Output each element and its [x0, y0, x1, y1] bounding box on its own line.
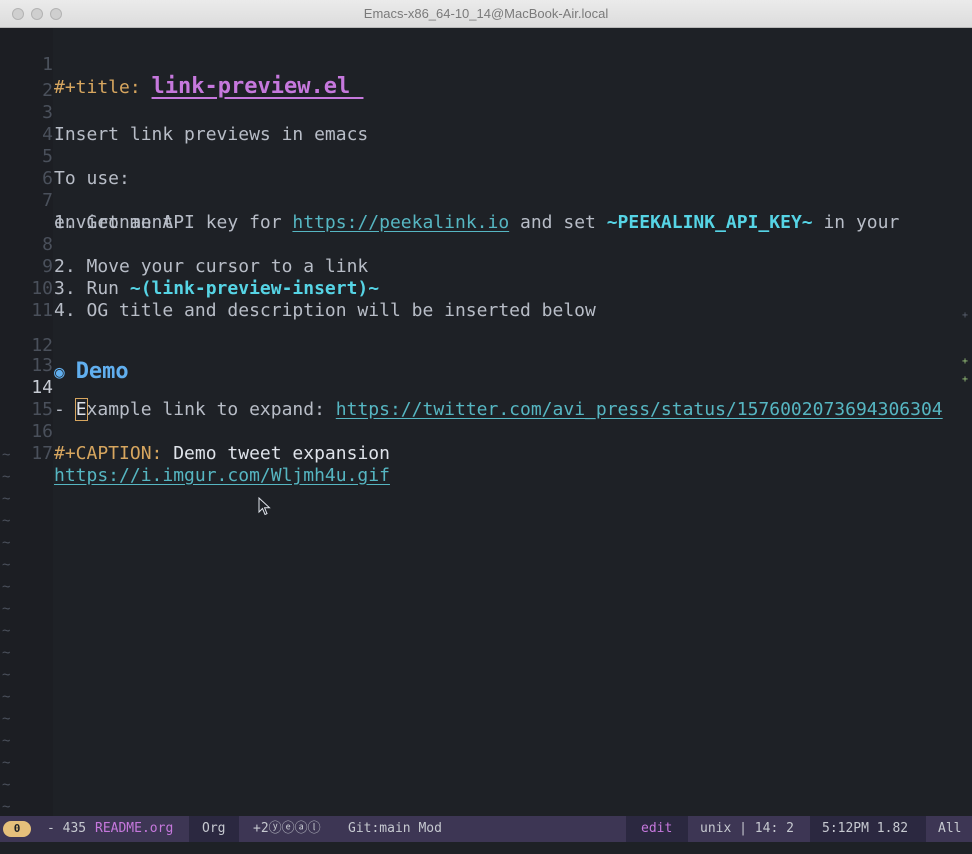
buffer-size: - 435: [47, 821, 94, 836]
imgur-link[interactable]: https://i.imgur.com/Wljmh4u.gif: [54, 465, 390, 486]
window-title: Emacs-x86_64-10_14@MacBook-Air.local: [363, 6, 609, 21]
buffer-position: All: [938, 821, 962, 836]
caption-keyword: #+CAPTION:: [54, 443, 174, 464]
buffer-line[interactable]: 8 2. Move your cursor to a link: [0, 212, 972, 277]
empty-line-tilde: ~: [2, 623, 11, 639]
buffer-line[interactable]: 7 1. Get an API key for https://peekalin…: [0, 168, 972, 233]
empty-line-tilde: ~: [2, 513, 11, 529]
buffer-line[interactable]: 13: [0, 333, 972, 376]
caption-text: Demo tweet expansion: [173, 443, 390, 464]
echo-area: [0, 842, 972, 854]
empty-line-tilde: ~: [2, 535, 11, 551]
empty-line-tilde: ~: [2, 733, 11, 749]
buffer-line[interactable]: 1 #+title: link-preview.el: [0, 32, 972, 98]
empty-line-tilde: ~: [2, 491, 11, 507]
buffer-line[interactable]: 9 3. Run ~(link-preview-insert)~: [0, 234, 972, 299]
empty-line-tilde: ~: [2, 755, 11, 771]
empty-line-tilde: ~: [2, 689, 11, 705]
buffer-line[interactable]: 2: [0, 58, 972, 101]
major-mode[interactable]: Org: [202, 816, 225, 842]
buffer-line[interactable]: 6: [0, 146, 972, 189]
minor-mode-icons[interactable]: +2ⓨⓔⓐⓛ: [253, 816, 321, 842]
buffer-line[interactable]: 4: [0, 102, 972, 145]
buffer-line-current[interactable]: 14 - Example link to expand: https://twi…: [0, 355, 972, 421]
empty-line-tilde: ~: [2, 601, 11, 617]
buffer-line[interactable]: 15 +: [0, 374, 972, 420]
fringe-plus: +: [962, 374, 969, 385]
empty-line-tilde: ~: [2, 777, 11, 793]
empty-line-tilde: ~: [2, 579, 11, 595]
line-number: 17: [31, 443, 53, 464]
mouse-pointer-icon: [258, 497, 271, 516]
empty-line-tilde: ~: [2, 469, 11, 485]
mode-line: 0 - 435 README.org Org +2ⓨⓔⓐⓛ Git:main M…: [0, 816, 972, 842]
buffer-line[interactable]: 11: [0, 278, 972, 321]
fringe-plus: +: [962, 310, 969, 321]
clock-and-load: 5:12PM 1.82: [822, 821, 909, 836]
buffer-filename[interactable]: README.org: [95, 816, 173, 842]
empty-line-tilde: ~: [2, 645, 11, 661]
buffer-line[interactable]: 5 To use:: [0, 124, 972, 189]
editor-buffer[interactable]: 1 #+title: link-preview.el 2 3 Insert li…: [0, 28, 972, 816]
buffer-line[interactable]: 17 https://i.imgur.com/Wljmh4u.gif: [0, 421, 972, 486]
empty-line-tilde: ~: [2, 667, 11, 683]
title-bar: Emacs-x86_64-10_14@MacBook-Air.local: [0, 0, 972, 28]
empty-line-tilde: ~: [2, 711, 11, 727]
emacs-window: Emacs-x86_64-10_14@MacBook-Air.local 1 #…: [0, 0, 972, 854]
edit-state: edit: [641, 821, 673, 836]
buffer-line[interactable]: 12 ◉ Demo +: [0, 307, 972, 384]
empty-line-tilde: ~: [2, 799, 11, 815]
buffer-line[interactable]: 3 Insert link previews in emacs: [0, 80, 972, 145]
encoding-and-position: unix | 14: 2: [700, 821, 794, 836]
modified-indicator-badge: 0: [3, 821, 31, 837]
empty-line-tilde: ~: [2, 447, 11, 463]
git-branch[interactable]: Git:main Mod: [348, 816, 442, 842]
buffer-line[interactable]: environment: [0, 190, 972, 233]
buffer-line[interactable]: 16 #+CAPTION: Demo tweet expansion: [0, 399, 972, 464]
empty-line-tilde: ~: [2, 557, 11, 573]
buffer-line[interactable]: 10 4. OG title and description will be i…: [0, 256, 972, 321]
